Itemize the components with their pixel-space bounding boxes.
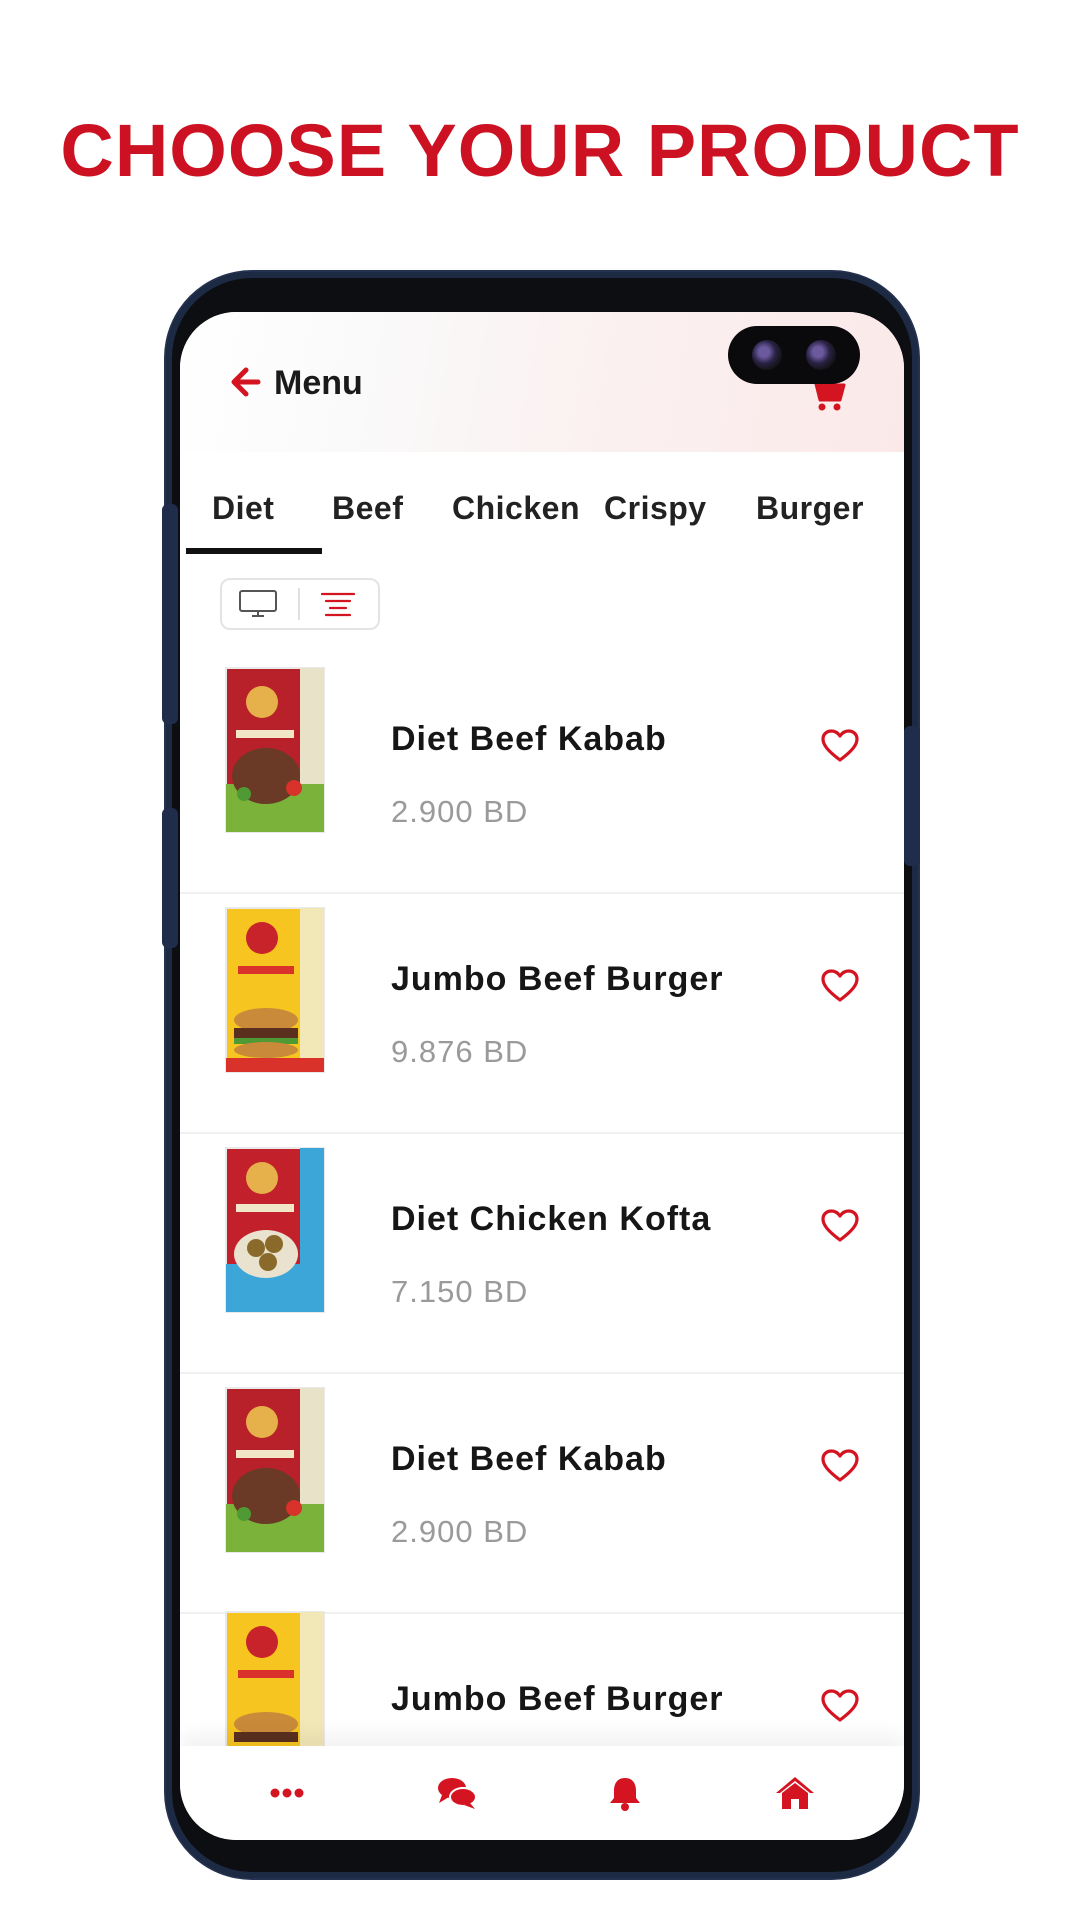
tab-chicken[interactable]: Chicken [452,490,580,527]
heart-icon[interactable] [820,968,860,1004]
app-screen: Menu Diet Beef Chicken Crispy Burger Die… [180,312,904,1840]
heart-icon[interactable] [820,1208,860,1244]
product-image [225,1147,325,1313]
product-name: Jumbo Beef Burger [391,960,724,998]
home-icon[interactable] [774,1774,816,1812]
tab-diet[interactable]: Diet [212,490,274,527]
page-headline: CHOOSE YOUR PRODUCT [60,109,1020,192]
phone-side-button [162,808,178,948]
toggle-divider [298,588,300,620]
active-tab-indicator [186,548,322,554]
heart-icon[interactable] [820,1688,860,1724]
page-title: Menu [274,364,363,402]
product-name: Diet Beef Kabab [391,720,667,758]
camera-lens [752,340,782,370]
list-item[interactable]: Diet Beef Kabab 2.900 BD [180,652,904,894]
bottom-navigation [180,1746,904,1840]
list-item[interactable]: Diet Chicken Kofta 7.150 BD [180,1132,904,1374]
list-item[interactable]: Jumbo Beef Burger 9.876 BD [180,892,904,1134]
tab-beef[interactable]: Beef [332,490,403,527]
monitor-icon[interactable] [238,589,278,619]
camera-lens [806,340,836,370]
product-price: 9.876 BD [391,1034,529,1069]
camera-cutout [728,326,860,384]
more-icon[interactable] [266,1774,308,1812]
heart-icon[interactable] [820,1448,860,1484]
phone-side-button [162,504,178,724]
product-name: Diet Chicken Kofta [391,1200,712,1238]
phone-side-button [904,726,920,866]
product-name: Diet Beef Kabab [391,1440,667,1478]
product-image [225,1387,325,1553]
product-image [225,667,325,833]
product-price: 7.150 BD [391,1274,529,1309]
chat-icon[interactable] [436,1774,478,1812]
list-item[interactable]: Diet Beef Kabab 2.900 BD [180,1372,904,1614]
product-price: 2.900 BD [391,1514,529,1549]
list-icon[interactable] [318,589,358,619]
product-image [225,907,325,1073]
view-toggle [220,578,380,630]
product-price: 2.900 BD [391,794,529,829]
tab-crispy[interactable]: Crispy [604,490,707,527]
bell-icon[interactable] [604,1774,646,1812]
arrow-left-icon[interactable] [226,364,262,400]
tab-burger[interactable]: Burger [756,490,864,527]
product-name: Jumbo Beef Burger [391,1680,724,1718]
heart-icon[interactable] [820,728,860,764]
